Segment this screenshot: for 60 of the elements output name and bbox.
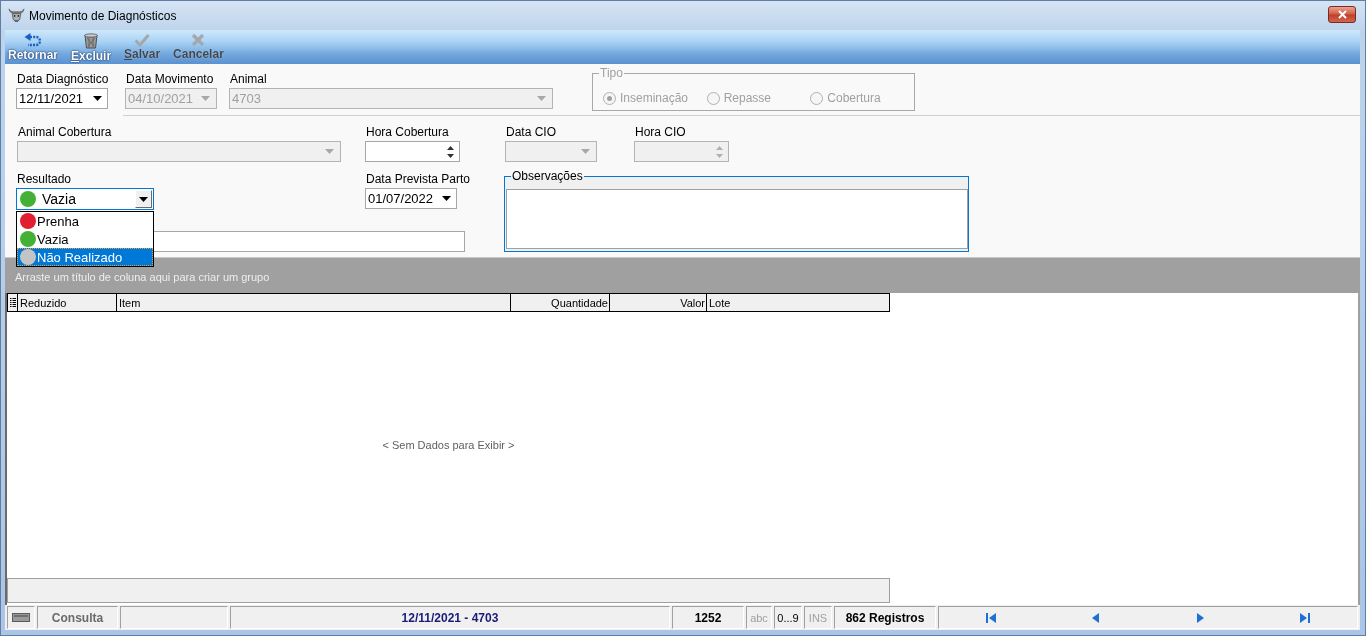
time-spinner[interactable]: [365, 141, 460, 162]
dropdown-option[interactable]: Vazia: [17, 230, 153, 248]
field-label: Resultado: [16, 172, 72, 186]
return-arrow-icon: [24, 33, 42, 48]
close-button[interactable]: [1328, 5, 1356, 23]
empty-message: < Sem Dados para Exibir >: [382, 439, 515, 451]
tray-icon: [12, 613, 30, 622]
radio-label: Cobertura: [827, 91, 881, 105]
bull-head-icon: [8, 7, 25, 24]
radio-label: Repasse: [723, 91, 772, 105]
close-icon: [1337, 9, 1347, 19]
indicator-panel: 0...9: [774, 606, 802, 629]
column-header[interactable]: Item: [117, 294, 511, 311]
dropdown-button[interactable]: [135, 190, 152, 208]
caret-down-icon: [325, 149, 334, 154]
column-header[interactable]: Lote: [707, 294, 891, 311]
caret-down-icon: [201, 96, 210, 101]
record-panel: 12/11/2021 - 4703: [230, 606, 670, 629]
skip-back-icon[interactable]: [986, 612, 997, 623]
field-label: Hora CIO: [634, 125, 686, 139]
skip-forward-icon[interactable]: [1299, 612, 1310, 623]
indicator-panel: INS: [804, 606, 832, 629]
date-picker[interactable]: 01/07/2022: [365, 188, 457, 209]
field-label: Data Movimento: [125, 72, 214, 86]
triangle-left-icon[interactable]: [1090, 612, 1101, 623]
field-label: Data Prevista Parto: [365, 172, 471, 186]
group-title: Tipo: [599, 67, 624, 79]
field-label: Data CIO: [505, 125, 556, 139]
list-icon[interactable]: [9, 298, 16, 307]
radio-label: Inseminação: [620, 91, 689, 105]
field-label: Data Diagnóstico: [16, 72, 109, 86]
field-label: Hora Cobertura: [365, 125, 449, 139]
group-by-hint: Arraste um título de coluna aqui para criar um grupo: [15, 271, 270, 283]
column-header[interactable]: Quantidade: [511, 294, 610, 311]
mode-panel: Consulta: [37, 606, 118, 629]
count-panel: 862 Registros: [834, 606, 936, 629]
spinner-arrows-icon: [447, 145, 454, 158]
triangle-right-icon[interactable]: [1195, 612, 1206, 623]
column-header[interactable]: Valor: [610, 294, 707, 311]
checkmark-icon: [134, 33, 151, 47]
cross-icon: [191, 33, 206, 47]
group-title: Observações: [511, 170, 584, 182]
dropdown-option[interactable]: Prenha: [17, 212, 153, 230]
field-label: Animal Cobertura: [17, 125, 112, 139]
code-panel: 1252: [672, 606, 744, 629]
indicator-panel: abc: [746, 606, 772, 629]
dropdown-option[interactable]: Não Realizado: [17, 248, 153, 266]
caret-down-icon: [139, 196, 148, 202]
notes-field[interactable]: [506, 189, 968, 249]
column-header[interactable]: Reduzido: [18, 294, 117, 311]
caret-down-icon: [442, 196, 451, 201]
window-title: Movimento de Diagnósticos: [29, 8, 178, 23]
date-picker[interactable]: 12/11/2021: [16, 88, 108, 109]
trash-basket-icon: [83, 33, 100, 49]
caret-down-icon: [581, 149, 590, 154]
spinner-arrows-icon: [716, 145, 723, 158]
field-label: Animal: [229, 72, 267, 86]
caret-down-icon: [93, 96, 102, 101]
caret-down-icon: [537, 96, 546, 101]
combo-box[interactable]: Vazia: [16, 188, 154, 210]
